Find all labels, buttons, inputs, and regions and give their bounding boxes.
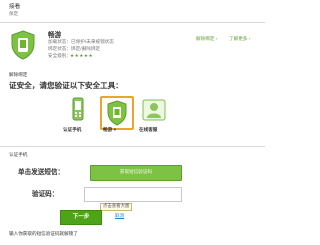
header-subtitle: 保定 [9, 12, 19, 17]
device-security-line: 安全级别： [48, 54, 71, 59]
phone-icon [68, 97, 88, 123]
divider [0, 22, 265, 23]
tool-verify-phone[interactable]: 认证手机 [60, 97, 96, 137]
tool-changyou-selected[interactable] [100, 96, 134, 130]
shield-icon [106, 100, 128, 126]
device-bind-line: 绑定状态：绑定/删除绑定 [48, 47, 101, 52]
customer-service-icon [142, 99, 166, 121]
header-title: 接看 [9, 4, 21, 10]
tool-online-service[interactable]: 在线客服 [136, 97, 176, 137]
unbind-instruction: 证安全，请您验证以下安全工具： [9, 81, 123, 90]
device-name: 畅游 [48, 31, 62, 39]
unbind-section-title: 解除绑定 [9, 73, 28, 78]
next-step-button[interactable]: 下一步 [60, 210, 102, 225]
divider [0, 146, 265, 147]
send-sms-label: 单击发送短信： [18, 168, 65, 176]
code-label: 验证码： [32, 190, 59, 198]
shield-icon [10, 30, 36, 60]
tool-label: 在线客服 [139, 128, 158, 133]
footer-note: 输入你获取的短信验证码就解锁了 [9, 232, 78, 237]
verification-code-input[interactable] [84, 187, 182, 202]
security-stars: ★★★★★ [70, 54, 94, 59]
cancel-link[interactable]: 取消 [115, 214, 124, 220]
get-sms-code-button[interactable]: 获取短信验证码 [90, 165, 182, 181]
tool-label: 认证手机 [63, 128, 82, 133]
tooltip: 点击查看大图 [100, 203, 133, 211]
device-status-line: 加载状态：已保护/未来被锁状态 [48, 40, 114, 45]
tool-label: 畅游 ▾ [103, 128, 117, 133]
learn-more-link[interactable]: 了解更多 › [229, 37, 251, 43]
unbind-link[interactable]: 解除绑定 › [196, 37, 218, 43]
verify-section-title: 认证手机 [9, 153, 28, 158]
